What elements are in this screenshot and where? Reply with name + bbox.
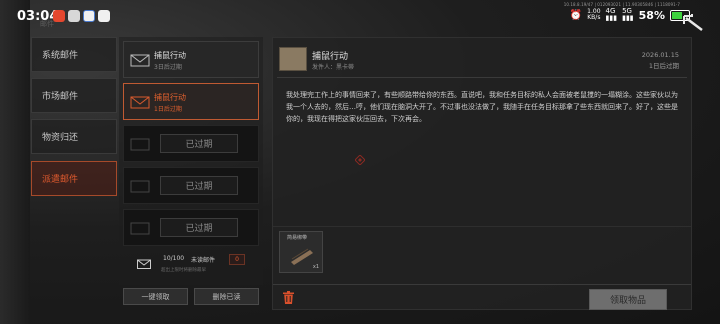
nav-item-market-mail[interactable]: 市场邮件: [31, 78, 117, 113]
app-notification-icon: [53, 10, 65, 22]
attachment-quantity: x1: [312, 264, 319, 270]
signal-5g: 5G ▮▮▮: [622, 7, 634, 22]
mail-expiry: 1日后过期: [154, 106, 182, 113]
battery-percent: 58%: [638, 8, 665, 22]
mail-detail-footer: 领取物品: [273, 284, 691, 311]
back-arrow-icon[interactable]: [680, 12, 706, 32]
mail-count: 10/100: [163, 255, 185, 262]
nav-item-dispatch-mail[interactable]: 派遣邮件: [31, 161, 117, 196]
mail-detail-title: 捕鼠行动: [312, 52, 349, 62]
attachment-name: 简易绑带: [287, 235, 308, 241]
network-speed: 1.00 KB/s: [587, 8, 601, 21]
mail-list-item-expired[interactable]: 已过期: [123, 167, 259, 204]
alarm-icon: ⏰: [569, 9, 583, 21]
envelope-icon: [130, 96, 150, 109]
mail-expiry: 1日后过期: [648, 62, 679, 70]
envelope-icon: [130, 180, 150, 193]
mail-expiry: 3日后过期: [154, 64, 182, 71]
mail-limit-note: 超出上限时将删除最早: [161, 268, 206, 273]
mail-date: 2026.01.15: [641, 51, 679, 59]
background-edge: [0, 0, 30, 324]
status-bar: 03:04 10.18.8.19/47 | 012093021 | 11.903…: [0, 0, 720, 34]
app-avatar-icon: [68, 10, 80, 22]
signal-4g: 4G ▮▮▮: [605, 7, 618, 22]
nav-item-label: 系统邮件: [42, 51, 79, 61]
envelope-icon: [130, 138, 150, 151]
sender-label: 发件人：: [312, 64, 337, 71]
trash-icon[interactable]: [283, 291, 294, 304]
attachment-area: 简易绑带 x1: [273, 226, 691, 277]
expired-label: 已过期: [160, 176, 238, 195]
nav-item-supply-return[interactable]: 物资归还: [31, 119, 117, 154]
attachment-item[interactable]: 简易绑带 x1: [279, 231, 323, 273]
unread-count-badge: 0: [229, 254, 245, 265]
mail-thumbnail: [279, 47, 307, 71]
mail-body: 我处理完工作上的事情回来了，有些顺路带给你的东西。直说吧，我和任务目标的私人会面…: [286, 91, 678, 123]
diamond-marker-icon: [355, 155, 365, 165]
expired-label: 已过期: [160, 134, 238, 153]
status-app-icons: [53, 10, 110, 22]
bandage-icon: [291, 248, 313, 265]
mail-title: 捕鼠行动: [154, 51, 186, 60]
mail-list-item-expired[interactable]: 已过期: [123, 125, 259, 162]
mail-sender: 发件人：黑卡蒂: [312, 62, 354, 71]
app-game-icon: [83, 10, 95, 22]
envelope-icon: [137, 259, 151, 269]
mail-title: 捕鼠行动: [154, 93, 186, 102]
divider: [277, 77, 687, 78]
claim-items-button[interactable]: 领取物品: [589, 289, 667, 310]
nav-item-label: 派遣邮件: [42, 175, 79, 185]
nav-item-label: 市场邮件: [42, 92, 79, 102]
mail-list-item[interactable]: 捕鼠行动 3日后过期: [123, 41, 259, 78]
status-right: ⏰ 1.00 KB/s 4G ▮▮▮ 5G ▮▮▮ 58%: [570, 8, 690, 22]
mail-list-item-expired[interactable]: 已过期: [123, 209, 259, 246]
nav-item-system-mail[interactable]: 系统邮件: [31, 37, 117, 72]
mail-detail-panel: 捕鼠行动 发件人：黑卡蒂 2026.01.15 1日后过期 我处理完工作上的事情…: [272, 37, 692, 310]
mail-count-footer: 10/100 未读邮件 0 超出上限时将删除最早: [123, 251, 259, 281]
envelope-icon: [130, 54, 150, 67]
faded-header-title: 邮件: [40, 20, 54, 28]
nav-item-label: 物资归还: [42, 133, 79, 143]
claim-all-button[interactable]: 一键领取: [123, 288, 188, 305]
mail-list: 捕鼠行动 3日后过期 捕鼠行动 1日后过期 已过期 已过期 已过期 10/100: [119, 37, 263, 285]
mail-list-item-selected[interactable]: 捕鼠行动 1日后过期: [123, 83, 259, 120]
unread-label: 未读邮件: [191, 257, 216, 264]
envelope-icon: [130, 222, 150, 235]
app-chat-icon: [98, 10, 110, 22]
sender-name: 黑卡蒂: [336, 64, 355, 71]
delete-read-button[interactable]: 删除已读: [194, 288, 259, 305]
expired-label: 已过期: [160, 218, 238, 237]
